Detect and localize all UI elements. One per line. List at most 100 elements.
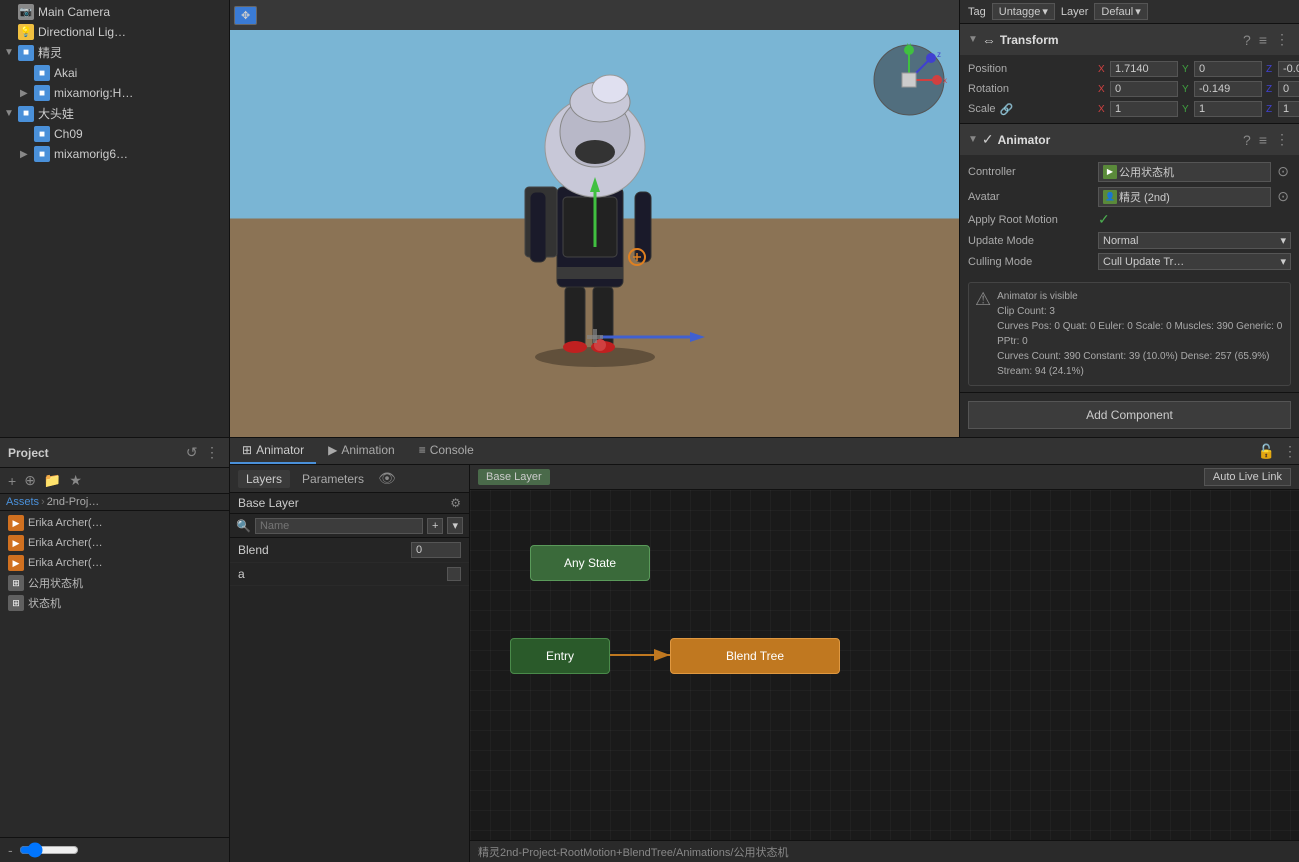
zoom-out-icon[interactable]: - [6, 840, 15, 860]
y-label: Y [1182, 104, 1192, 115]
layer-dropdown[interactable]: Defaul▾ [1094, 3, 1147, 20]
position-y-field: Y [1182, 61, 1262, 77]
controller-picker[interactable]: ⊙ [1275, 161, 1291, 182]
param-value-blend[interactable] [411, 542, 461, 558]
avatar-icon: 👤 [1103, 190, 1117, 204]
update-mode-dropdown[interactable]: Normal ▾ [1098, 232, 1291, 249]
position-z-input[interactable] [1278, 61, 1299, 77]
position-x-input[interactable] [1110, 61, 1178, 77]
inspector-panel: Tag Untagge▾ Layer Defaul▾ ▼ ⇔ Transform… [959, 0, 1299, 437]
rotation-y-input[interactable] [1194, 81, 1262, 97]
transform-header[interactable]: ▼ ⇔ Transform ? ≡ ⋮ [960, 24, 1299, 55]
layer-settings-icon[interactable]: ⚙ [450, 496, 461, 510]
animation-tab-icon: ▶ [328, 443, 337, 457]
settings-icon[interactable]: ≡ [1257, 30, 1269, 50]
scale-y-field: Y [1182, 101, 1262, 117]
hierarchy-label: Akai [54, 66, 77, 80]
tab-animation[interactable]: ▶ Animation [316, 438, 407, 464]
project-title: Project [8, 446, 49, 460]
tab-animator[interactable]: ⊞ Animator [230, 438, 316, 464]
auto-live-link-button[interactable]: Auto Live Link [1204, 468, 1291, 486]
rotation-label: Rotation [968, 83, 1098, 95]
cube-icon: ■ [34, 126, 50, 142]
project-item[interactable]: ▶ Erika Archer(… [0, 533, 229, 553]
cube-icon: ■ [18, 106, 34, 122]
dropdown-arrow-icon: ▾ [1280, 234, 1286, 247]
hierarchy-item-main-camera[interactable]: 📷 Main Camera [0, 2, 229, 22]
param-add-dropdown[interactable]: ▾ [447, 517, 463, 534]
star-icon[interactable]: ★ [67, 470, 84, 491]
rotation-x-input[interactable] [1110, 81, 1178, 97]
scale-z-input[interactable] [1278, 101, 1299, 117]
lock-icon: 🔗 [1000, 103, 1014, 116]
help-icon[interactable]: ? [1241, 30, 1253, 50]
checkmark-icon: ✓ [1098, 211, 1110, 228]
add-component-button[interactable]: Add Component [968, 401, 1291, 429]
item-label: 状态机 [28, 595, 61, 611]
any-state-node[interactable]: Any State [530, 545, 650, 581]
base-layer-badge: Base Layer [478, 469, 550, 485]
add-icon[interactable]: + [6, 471, 18, 491]
folder-icon[interactable]: 📁 [42, 470, 63, 491]
console-tab-label: Console [430, 443, 474, 457]
hand-tool-btn[interactable]: ✥ [234, 6, 257, 25]
settings-icon[interactable]: ≡ [1257, 130, 1269, 150]
transform-component: ▼ ⇔ Transform ? ≡ ⋮ Position X [960, 24, 1299, 124]
animator-graph[interactable]: Any State Entry Blend Tree [470, 490, 1299, 840]
project-item[interactable]: ⊞ 状态机 [0, 593, 229, 613]
scale-y-input[interactable] [1194, 101, 1262, 117]
position-y-input[interactable] [1194, 61, 1262, 77]
hierarchy-item-ch09[interactable]: ■ Ch09 [0, 124, 229, 144]
hierarchy-item-akai[interactable]: ■ Akai [0, 63, 229, 83]
hierarchy-item-directional-light[interactable]: 💡 Directional Lig… [0, 22, 229, 42]
rotation-z-input[interactable] [1278, 81, 1299, 97]
controller-asset[interactable]: ▶ 公用状态机 [1098, 162, 1271, 182]
more-icon[interactable]: ⋮ [1273, 129, 1291, 150]
hierarchy-label: 大头娃 [38, 105, 74, 122]
more-icon[interactable]: ⋮ [1273, 29, 1291, 50]
project-toolbar: + ⊕ 📁 ★ [0, 468, 229, 494]
project-item[interactable]: ⊞ 公用状态机 [0, 573, 229, 593]
breadcrumb-proj[interactable]: 2nd-Proj… [47, 496, 100, 508]
help-icon[interactable]: ? [1241, 130, 1253, 150]
unlock-icon[interactable]: 🔓 [1256, 441, 1277, 462]
more-icon[interactable]: ⋮ [203, 442, 221, 463]
hierarchy-item-mixamorig6[interactable]: ▶ ■ mixamorig6… [0, 144, 229, 164]
project-item[interactable]: ▶ Erika Archer(… [0, 553, 229, 573]
blend-tree-node[interactable]: Blend Tree [670, 638, 840, 674]
scale-z-field: Z [1266, 101, 1299, 117]
search-icon[interactable]: ⊕ [22, 470, 38, 491]
animator-info-box: ⚠ Animator is visible Clip Count: 3 Curv… [968, 282, 1291, 386]
project-item[interactable]: ▶ Erika Archer(… [0, 513, 229, 533]
collapse-arrow-icon: ▶ [20, 149, 34, 160]
more-options-icon[interactable]: ⋮ [1281, 441, 1299, 462]
refresh-icon[interactable]: ↺ [184, 442, 200, 463]
animator-header[interactable]: ▼ ✓ Animator ? ≡ ⋮ [960, 124, 1299, 155]
collapse-arrow-icon: ▶ [20, 88, 34, 99]
avatar-picker[interactable]: ⊙ [1275, 186, 1291, 207]
hierarchy-item-jingling[interactable]: ▼ ■ 精灵 [0, 42, 229, 63]
tab-console[interactable]: ≡ Console [407, 438, 486, 464]
scale-x-input[interactable] [1110, 101, 1178, 117]
base-layer-row: Base Layer ⚙ [230, 493, 469, 514]
subtab-layers[interactable]: Layers [238, 470, 290, 488]
subtab-parameters[interactable]: Parameters [294, 470, 372, 488]
param-search-input[interactable] [255, 518, 423, 534]
breadcrumb-assets[interactable]: Assets [6, 496, 39, 508]
culling-mode-dropdown[interactable]: Cull Update Tr… ▾ [1098, 253, 1291, 270]
param-add-button[interactable]: + [427, 518, 443, 534]
hierarchy-items: 📷 Main Camera 💡 Directional Lig… ▼ ■ 精灵 [0, 0, 229, 437]
item-label: Erika Archer(… [28, 517, 103, 529]
breadcrumb: Assets › 2nd-Proj… [0, 494, 229, 511]
hierarchy-item-datouwa[interactable]: ▼ ■ 大头娃 [0, 103, 229, 124]
eye-icon[interactable]: 👁 [376, 468, 398, 489]
avatar-name: 精灵 (2nd) [1119, 189, 1170, 205]
zoom-slider[interactable] [19, 842, 79, 858]
entry-node[interactable]: Entry [510, 638, 610, 674]
avatar-asset[interactable]: 👤 精灵 (2nd) [1098, 187, 1271, 207]
param-checkbox-a[interactable] [447, 567, 461, 581]
hierarchy-item-mixamorig-h[interactable]: ▶ ■ mixamorig:H… [0, 83, 229, 103]
animator-info-text: Animator is visible Clip Count: 3 Curves… [997, 289, 1284, 379]
animator-title: Animator [998, 133, 1237, 147]
tag-dropdown[interactable]: Untagge▾ [992, 3, 1055, 20]
